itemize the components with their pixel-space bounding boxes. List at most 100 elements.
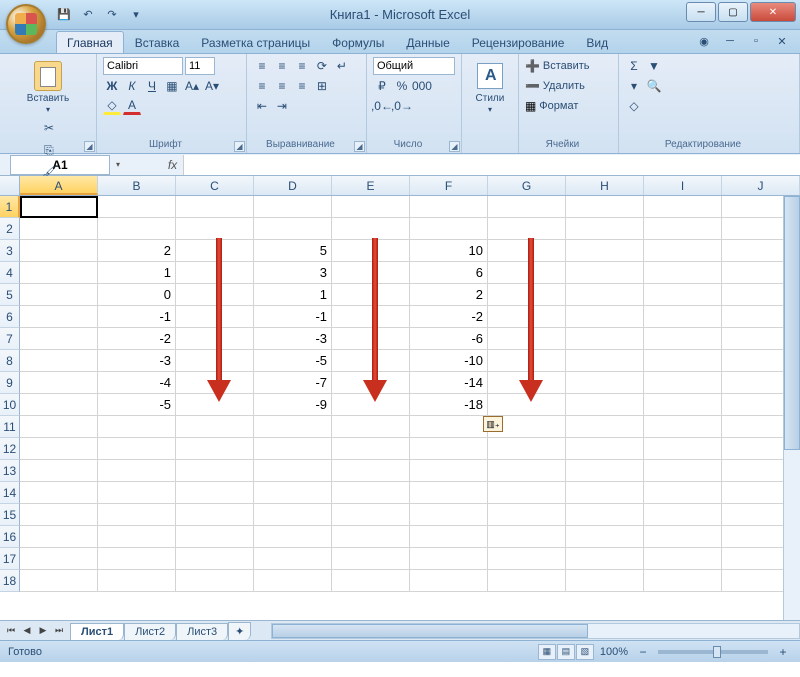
cell[interactable] — [332, 526, 410, 548]
row-header[interactable]: 14 — [0, 482, 20, 504]
row-header[interactable]: 1 — [0, 196, 20, 218]
cell[interactable] — [98, 218, 176, 240]
cell[interactable] — [176, 460, 254, 482]
row-header[interactable]: 13 — [0, 460, 20, 482]
cell[interactable] — [254, 460, 332, 482]
select-all-corner[interactable] — [0, 176, 20, 195]
comma-icon[interactable]: 000 — [413, 77, 431, 95]
cell[interactable]: -5 — [254, 350, 332, 372]
cell[interactable]: 0 — [98, 284, 176, 306]
cell[interactable] — [644, 416, 722, 438]
sheet-prev-icon[interactable]: ◀ — [20, 625, 34, 636]
cell[interactable]: -3 — [98, 350, 176, 372]
cell[interactable] — [176, 438, 254, 460]
column-header[interactable]: J — [722, 176, 800, 195]
paste-button[interactable]: Вставить ▾ — [26, 57, 70, 117]
cell[interactable] — [254, 526, 332, 548]
cell[interactable] — [332, 570, 410, 592]
cell[interactable] — [98, 416, 176, 438]
cell[interactable] — [566, 416, 644, 438]
cell[interactable] — [332, 262, 410, 284]
cells-area[interactable]: 2510136012-1-1-2-2-3-6-3-5-10-4-7-14-5-9… — [20, 196, 800, 592]
cell[interactable] — [488, 438, 566, 460]
cell[interactable] — [20, 526, 98, 548]
shrink-font-icon[interactable]: A▾ — [203, 77, 221, 95]
zoom-level[interactable]: 100% — [600, 646, 628, 658]
cell[interactable]: -10 — [410, 350, 488, 372]
cell[interactable] — [566, 284, 644, 306]
cell[interactable] — [98, 196, 176, 218]
cell[interactable] — [332, 350, 410, 372]
autosum-icon[interactable]: Σ — [625, 57, 643, 75]
font-name-select[interactable] — [103, 57, 183, 75]
cell[interactable] — [644, 350, 722, 372]
tab-data[interactable]: Данные — [395, 31, 460, 53]
fill-icon[interactable]: ▾ — [625, 77, 643, 95]
cell[interactable] — [488, 218, 566, 240]
cell[interactable]: -18 — [410, 394, 488, 416]
sheet-tab[interactable]: Лист1 — [70, 623, 124, 640]
italic-button[interactable]: К — [123, 77, 141, 95]
cell[interactable] — [410, 482, 488, 504]
cell[interactable] — [566, 570, 644, 592]
cell[interactable] — [410, 526, 488, 548]
cell[interactable] — [410, 218, 488, 240]
border-button[interactable]: ▦ — [163, 77, 181, 95]
cell[interactable] — [332, 438, 410, 460]
cell[interactable] — [176, 350, 254, 372]
cell[interactable] — [20, 394, 98, 416]
cell[interactable] — [332, 504, 410, 526]
align-right-icon[interactable]: ≡ — [293, 77, 311, 95]
row-header[interactable]: 11 — [0, 416, 20, 438]
cell[interactable]: 6 — [410, 262, 488, 284]
redo-icon[interactable]: ↷ — [103, 6, 121, 24]
clear-icon[interactable]: ◇ — [625, 97, 643, 115]
align-middle-icon[interactable]: ≡ — [273, 57, 291, 75]
cell[interactable] — [254, 504, 332, 526]
cell[interactable] — [488, 548, 566, 570]
qat-dropdown-icon[interactable]: ▾ — [127, 6, 145, 24]
cell[interactable] — [176, 284, 254, 306]
row-header[interactable]: 16 — [0, 526, 20, 548]
column-header[interactable]: H — [566, 176, 644, 195]
cell[interactable] — [254, 416, 332, 438]
cell[interactable] — [644, 438, 722, 460]
tab-insert[interactable]: Вставка — [124, 31, 191, 53]
row-header[interactable]: 4 — [0, 262, 20, 284]
cell[interactable] — [254, 482, 332, 504]
font-size-select[interactable] — [185, 57, 215, 75]
cell[interactable] — [20, 218, 98, 240]
cell[interactable]: -5 — [98, 394, 176, 416]
cell[interactable] — [176, 372, 254, 394]
cell[interactable] — [566, 328, 644, 350]
cell[interactable]: 2 — [98, 240, 176, 262]
cell[interactable] — [332, 284, 410, 306]
cell[interactable] — [20, 570, 98, 592]
cell[interactable] — [566, 350, 644, 372]
align-top-icon[interactable]: ≡ — [253, 57, 271, 75]
formula-input[interactable] — [184, 155, 800, 175]
cell[interactable] — [176, 548, 254, 570]
cell[interactable] — [20, 262, 98, 284]
minimize-button[interactable]: ─ — [686, 2, 716, 22]
merge-cells-icon[interactable]: ⊞ — [313, 77, 331, 95]
cell[interactable] — [176, 570, 254, 592]
column-header[interactable]: F — [410, 176, 488, 195]
alignment-dialog-launcher[interactable]: ◢ — [354, 141, 365, 152]
cell[interactable] — [20, 350, 98, 372]
row-header[interactable]: 3 — [0, 240, 20, 262]
number-dialog-launcher[interactable]: ◢ — [449, 141, 460, 152]
cell[interactable] — [566, 196, 644, 218]
cell[interactable]: -2 — [410, 306, 488, 328]
cell[interactable] — [488, 372, 566, 394]
cell[interactable]: 3 — [254, 262, 332, 284]
cell[interactable] — [566, 460, 644, 482]
sheet-tab[interactable]: Лист3 — [176, 623, 228, 640]
row-header[interactable]: 15 — [0, 504, 20, 526]
cell[interactable] — [644, 570, 722, 592]
cell[interactable] — [488, 328, 566, 350]
cell[interactable] — [644, 482, 722, 504]
cell[interactable] — [98, 438, 176, 460]
column-header[interactable]: C — [176, 176, 254, 195]
cell[interactable] — [20, 196, 98, 218]
